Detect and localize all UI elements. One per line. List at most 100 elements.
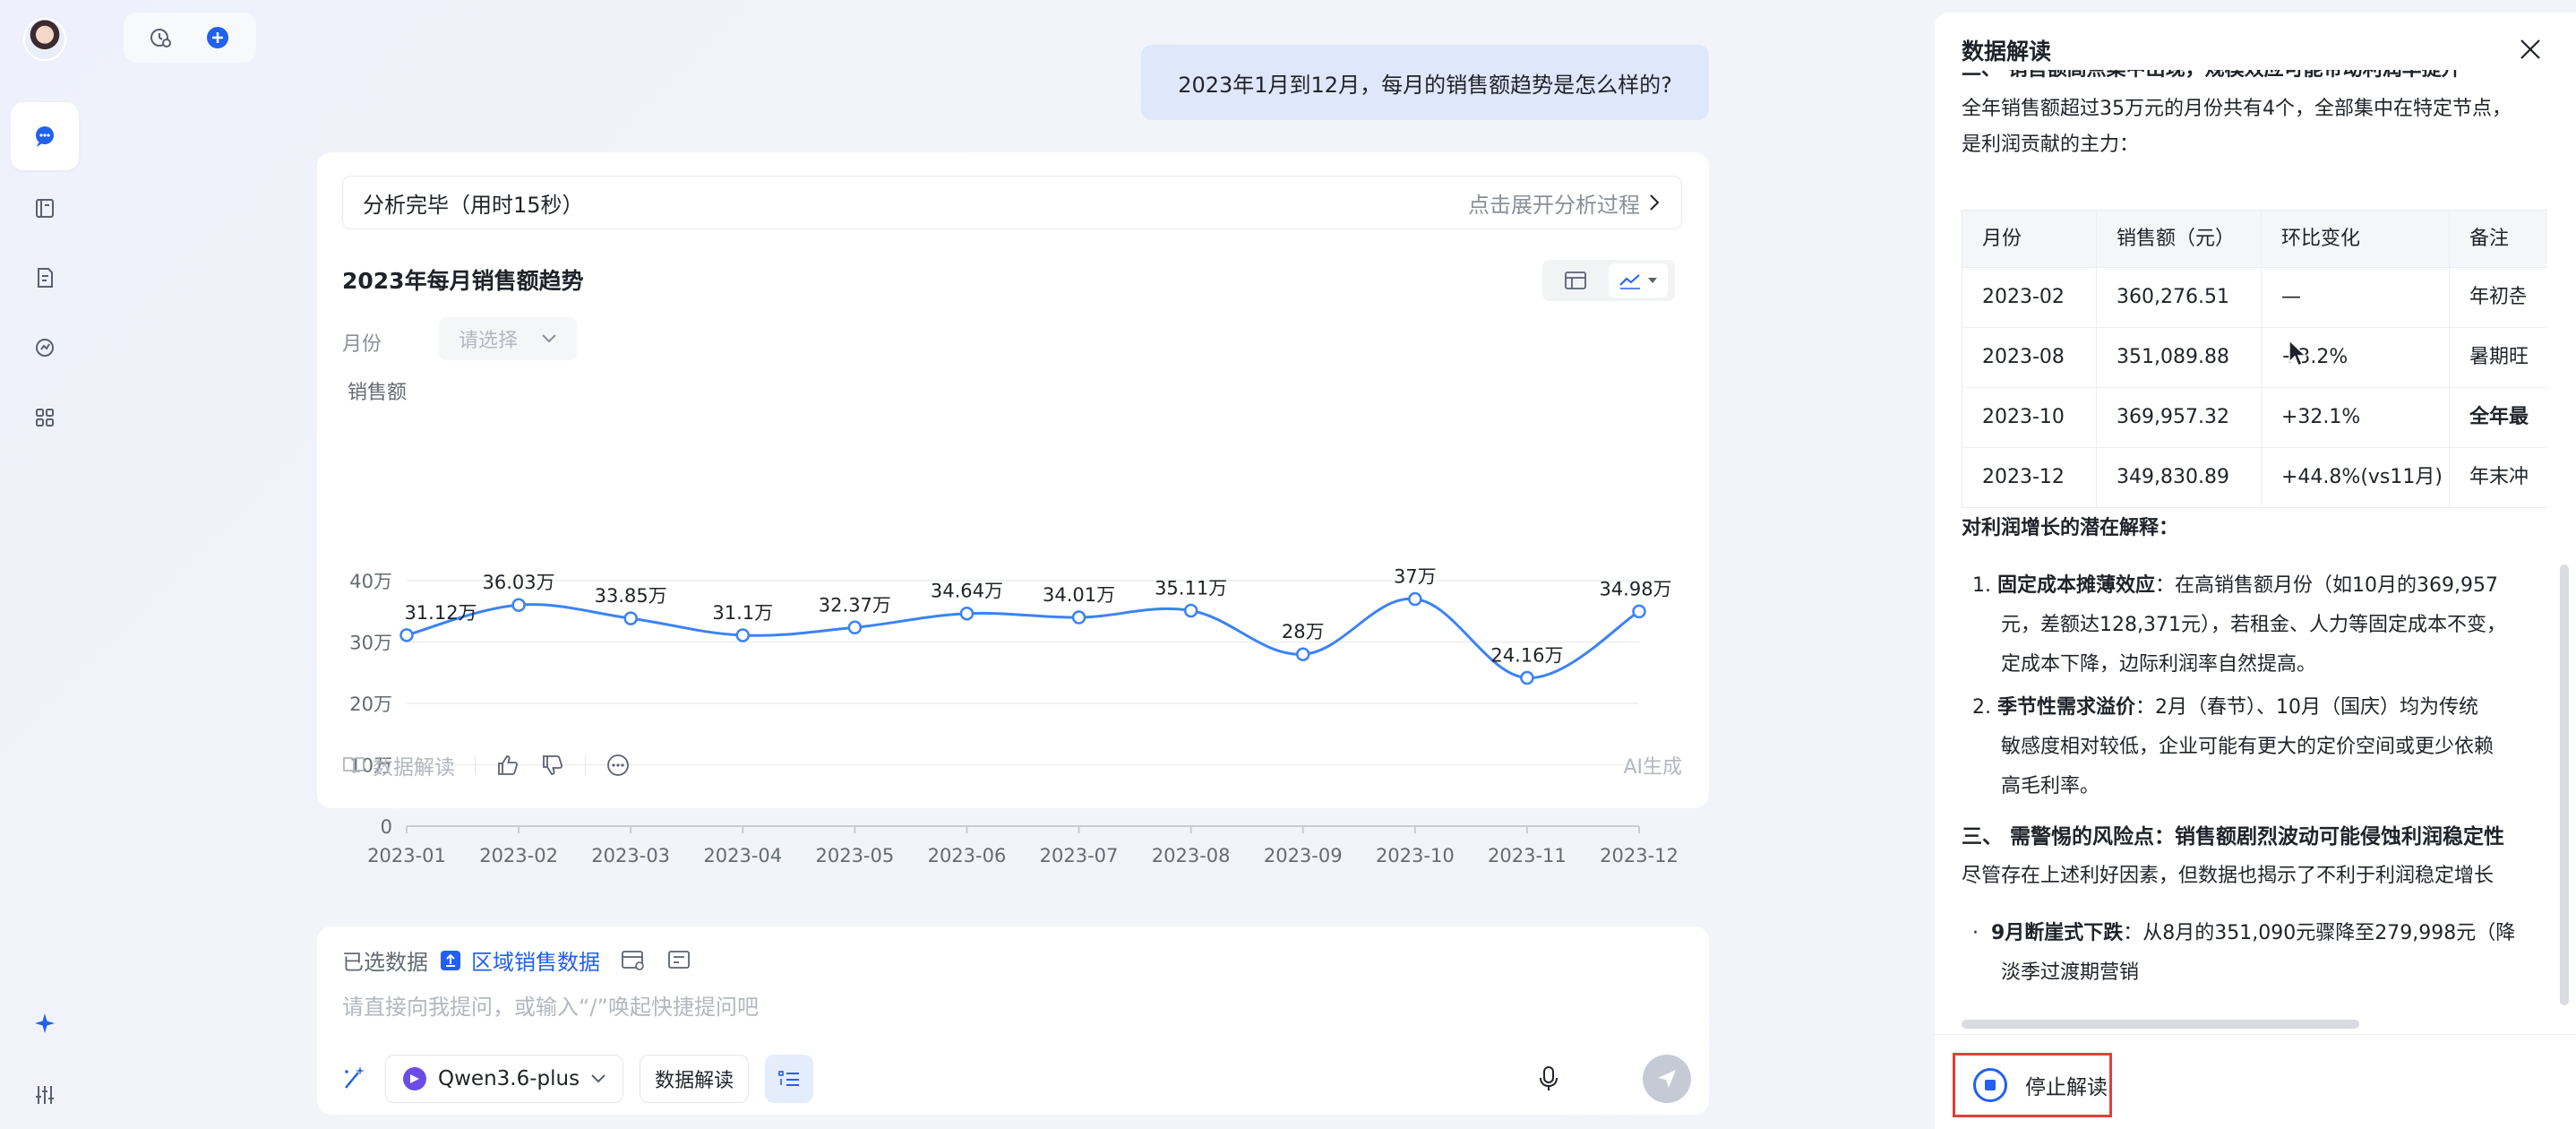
more-icon[interactable] <box>605 753 631 778</box>
analysis-status-bar[interactable]: 分析完毕（用时15秒） 点击展开分析过程 <box>342 176 1682 229</box>
thumbs-up-icon[interactable] <box>495 753 520 778</box>
table-cell: 年末冲 <box>2449 447 2547 508</box>
list-item-title: 固定成本摊薄效应 <box>1996 574 2155 597</box>
sub-heading: 对利润增长的潜在解释： <box>1962 517 2179 539</box>
analysis-nav-button[interactable] <box>11 314 79 382</box>
interpretation-panel: 数据解读 二、 销售额高点集中出现，规模效应可能带动利润率提升 全年销售额超过3… <box>1935 13 2576 1129</box>
interpret-chip[interactable]: 数据解读 <box>640 1055 750 1103</box>
table-cell: 349,830.89 <box>2096 447 2262 508</box>
series-line <box>406 598 1640 680</box>
thumbs-down-icon[interactable] <box>540 753 565 778</box>
table-cell: — <box>2261 267 2450 328</box>
bullet-title: 9月断崖式下跌 <box>1990 922 2124 944</box>
data-label: 32.37万 <box>819 594 891 616</box>
table-row: 2023-12 349,830.89 +44.8%(vs11月) 年末冲 <box>1962 447 2547 508</box>
sparkle-nav-button[interactable] <box>11 989 79 1057</box>
list-item-title: 季节性需求溢价 <box>1996 696 2135 719</box>
paragraph: 全年销售额超过35万元的月份共有4个，全部集中在特定节点， <box>1962 98 2512 120</box>
month-filter-select[interactable]: 请选择 <box>439 317 577 360</box>
vertical-scrollbar[interactable] <box>2560 564 2569 1005</box>
high-sales-table: 月份 销售额（元） 环比变化 备注 2023-02 360,276.51 — 年… <box>1962 210 2547 508</box>
new-chat-icon[interactable] <box>204 24 231 51</box>
divider <box>585 755 586 775</box>
list-item-text: 定成本下降，边际利润率自然提高。 <box>2001 653 2317 676</box>
line-view-button[interactable] <box>1609 263 1668 297</box>
dataset-chip[interactable]: 区域销售数据 <box>439 944 600 976</box>
list-item-text: 高毛利率。 <box>2001 775 2100 797</box>
chart-title: 2023年每月销售额趋势 <box>342 268 584 294</box>
book-icon <box>36 199 54 218</box>
divider <box>475 755 476 775</box>
table-cell: 全年最 <box>2449 387 2547 448</box>
book-nav-button[interactable] <box>11 174 79 242</box>
data-settings-icon[interactable] <box>666 949 693 972</box>
sales-line-chart: 010万20万30万40万2023-01 2023-02 2023-03 2023-0… <box>349 566 1679 866</box>
close-icon[interactable] <box>2517 36 2544 63</box>
month-filter-label: 月份 <box>342 333 382 356</box>
expand-analysis-link[interactable]: 点击展开分析过程 <box>1468 187 1662 219</box>
chat-nav-button[interactable] <box>11 102 79 170</box>
x-tick-label: 2023-11 <box>1488 845 1567 866</box>
table-row: 2023-10 369,957.32 +32.1% 全年最 <box>1962 387 2547 448</box>
settings-nav-button[interactable] <box>11 1061 79 1129</box>
input-toolbar: Qwen3.6-plus 数据解读 <box>339 1054 1691 1104</box>
data-point <box>1183 603 1198 618</box>
data-point <box>959 606 975 621</box>
microphone-icon[interactable] <box>1533 1064 1564 1094</box>
report-nav-button[interactable] <box>11 244 79 312</box>
avatar[interactable] <box>23 18 66 61</box>
bullet-text: ：从8月的351,090元骤降至279,998元（降 <box>2123 922 2516 944</box>
send-button[interactable] <box>1643 1055 1691 1103</box>
list-mode-button[interactable] <box>765 1055 814 1103</box>
list-icon <box>778 1071 800 1086</box>
card-footer: 数据解读 AI生成 <box>342 747 1682 783</box>
interpret-button[interactable]: 数据解读 <box>342 750 455 780</box>
data-point <box>1071 610 1086 625</box>
left-rail <box>0 0 90 1129</box>
send-icon <box>1658 1070 1676 1088</box>
stop-interpret-button[interactable]: 停止解读 <box>1953 1053 2112 1117</box>
magic-wand-icon[interactable] <box>339 1064 369 1094</box>
bullet-dot: · <box>1972 922 1991 944</box>
data-point <box>1520 670 1534 685</box>
table-cell: 2023-08 <box>1962 327 2097 388</box>
sparkle-icon <box>35 1013 55 1033</box>
x-tick-label: 2023-07 <box>1040 845 1119 866</box>
data-label: 35.11万 <box>1155 577 1227 599</box>
data-label: 34.64万 <box>931 581 1003 602</box>
y-tick-label: 30万 <box>349 633 392 654</box>
chevron-right-icon <box>1650 194 1660 211</box>
x-tick-label: 2023-03 <box>591 845 670 866</box>
column-header: 销售额（元） <box>2096 210 2262 268</box>
document-icon <box>38 268 53 288</box>
apps-nav-button[interactable] <box>11 384 79 452</box>
column-header: 环比变化 <box>2261 210 2450 268</box>
data-point <box>399 628 414 642</box>
table-header-row: 月份 销售额（元） 环比变化 备注 <box>1962 210 2547 268</box>
line-chart-icon <box>1619 274 1640 289</box>
chat-input-field[interactable]: 请直接向我提问，或输入“/”唤起快捷提问吧 <box>342 989 759 1021</box>
list-item-text: 敏感度相对较低，企业可能有更大的定价空间或更少依赖 <box>2001 736 2494 758</box>
data-point <box>511 598 526 612</box>
list-number: 2. <box>1972 696 1997 719</box>
data-label: 24.16万 <box>1490 645 1563 667</box>
x-tick-label: 2023-09 <box>1264 845 1343 866</box>
list-item-text: 元，差额达128,371元），若租金、人力等固定成本不变， <box>2001 614 2506 636</box>
data-point <box>1295 647 1310 661</box>
data-point <box>1408 591 1422 607</box>
caret-down-icon <box>1648 278 1657 283</box>
top-actions <box>124 13 256 63</box>
table-cell: 年初춘 <box>2449 267 2547 328</box>
y-tick-label: 0 <box>381 816 392 838</box>
data-table-icon[interactable] <box>620 949 647 972</box>
horizontal-scrollbar[interactable] <box>1962 1020 2359 1029</box>
sliders-icon <box>36 1086 54 1104</box>
bullet-text: 淡季过渡期营销 <box>2001 961 2140 984</box>
analysis-status: 分析完毕（用时15秒） <box>363 192 584 218</box>
selected-data-label: 已选数据 <box>342 950 428 975</box>
history-icon[interactable] <box>147 24 174 51</box>
table-view-button[interactable] <box>1546 263 1605 297</box>
panel-content: 二、 销售额高点集中出现，规模效应可能带动利润率提升 全年销售额超过35万元的月… <box>1962 70 2547 1038</box>
stop-icon <box>1973 1068 2007 1102</box>
model-selector[interactable]: Qwen3.6-plus <box>385 1055 624 1103</box>
